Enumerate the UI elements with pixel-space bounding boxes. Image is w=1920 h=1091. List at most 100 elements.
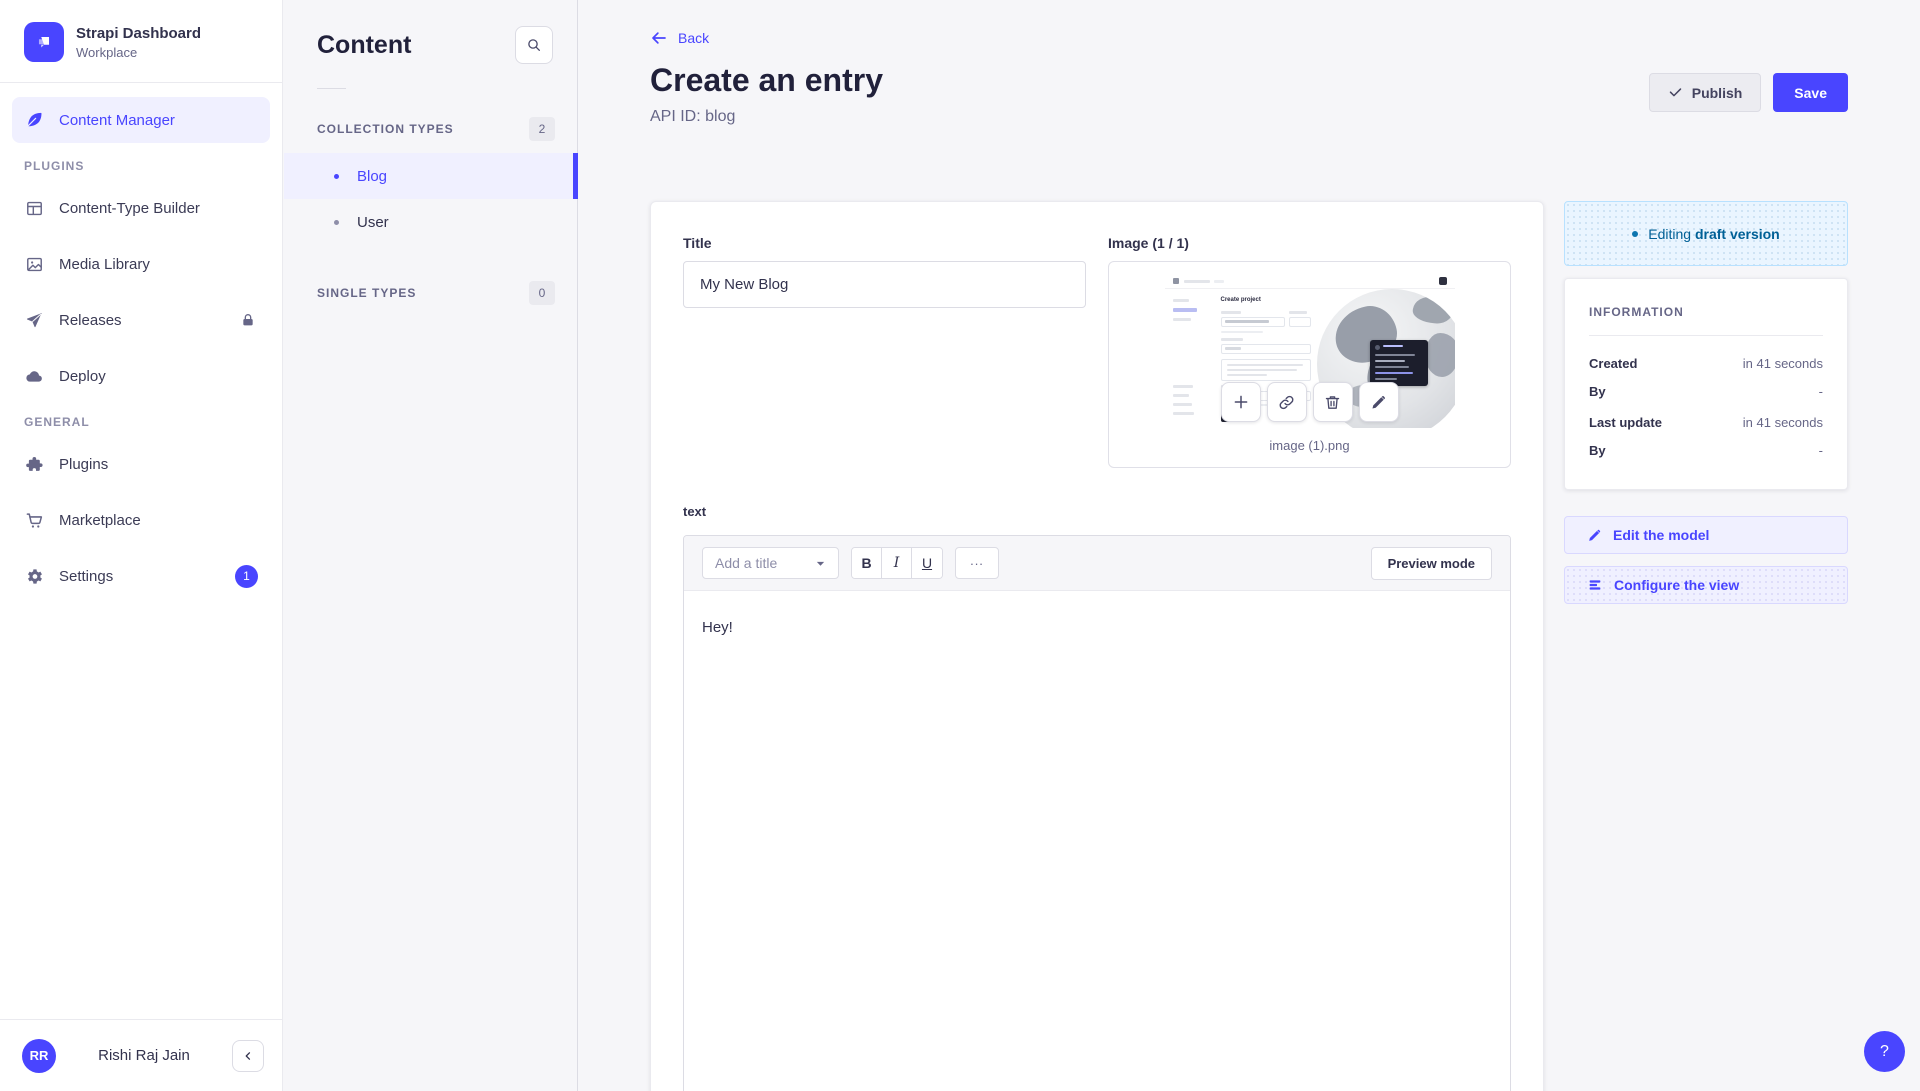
draft-banner-text: Editing draft version	[1648, 226, 1780, 242]
info-row-created-by: By -	[1589, 384, 1823, 399]
thumb-avatar	[1439, 277, 1447, 285]
info-row-updated-by: By -	[1589, 443, 1823, 458]
sidebar-item-releases[interactable]: Releases	[12, 297, 270, 343]
workspace-brand[interactable]: Strapi Dashboard Workplace	[0, 0, 282, 82]
edit-asset-button[interactable]	[1359, 382, 1399, 422]
fields-row: Title Image (1 / 1)	[683, 235, 1511, 468]
edit-model-button[interactable]: Edit the model	[1564, 516, 1848, 554]
thumb-tooltip	[1370, 340, 1428, 386]
sidebar-item-label: Content Manager	[59, 112, 175, 129]
sidebar-item-marketplace[interactable]: Marketplace	[12, 497, 270, 543]
sidebar-item-plugins[interactable]: Plugins	[12, 441, 270, 487]
user-name: Rishi Raj Jain	[70, 1047, 218, 1064]
image-asset-card[interactable]: Create project	[1108, 261, 1511, 468]
save-button[interactable]: Save	[1773, 73, 1848, 112]
content-subnav: Content COLLECTION TYPES 2 Blog User SIN…	[284, 0, 578, 1091]
info-value: in 41 seconds	[1743, 415, 1823, 430]
copy-link-button[interactable]	[1267, 382, 1307, 422]
cart-icon	[24, 510, 44, 530]
preview-mode-button[interactable]: Preview mode	[1371, 547, 1492, 580]
paper-plane-icon	[24, 310, 44, 330]
collection-type-user[interactable]: User	[284, 199, 577, 245]
back-link[interactable]: Back	[650, 29, 709, 47]
publish-button[interactable]: Publish	[1649, 73, 1762, 112]
bold-button[interactable]: B	[852, 548, 882, 578]
list-layout-icon	[1587, 577, 1603, 593]
sidebar-item-content-manager[interactable]: Content Manager	[12, 97, 270, 143]
feather-icon	[24, 110, 44, 130]
text-field: text Add a title B I	[683, 504, 1511, 1091]
chevron-left-icon	[241, 1049, 255, 1063]
puzzle-icon	[24, 454, 44, 474]
title-style-select[interactable]: Add a title	[702, 547, 839, 579]
draft-version-banner: Editing draft version	[1564, 201, 1848, 266]
draft-bold-text: draft version	[1695, 226, 1780, 242]
sidebar-item-label: Content-Type Builder	[59, 200, 200, 217]
bullet-icon	[334, 174, 339, 179]
search-button[interactable]	[515, 26, 553, 64]
sidebar-item-label: Settings	[59, 568, 113, 585]
workspace-name: Strapi Dashboard	[76, 25, 201, 42]
sidebar-item-label: Plugins	[59, 456, 108, 473]
image-filename: image (1).png	[1269, 438, 1349, 453]
strapi-app: Strapi Dashboard Workplace Content Manag…	[0, 0, 1920, 1091]
sidebar-item-label: Marketplace	[59, 512, 141, 529]
collapse-sidebar-button[interactable]	[232, 1040, 264, 1072]
title-field-label: Title	[683, 235, 1086, 251]
link-icon	[1278, 394, 1295, 411]
plugins-section-label: PLUGINS	[24, 159, 258, 173]
sidebar-item-content-type-builder[interactable]: Content-Type Builder	[12, 185, 270, 231]
entry-content-row: Title Image (1 / 1)	[650, 201, 1848, 1091]
sidebar-item-media-library[interactable]: Media Library	[12, 241, 270, 287]
entry-form-card: Title Image (1 / 1)	[650, 201, 1544, 1091]
pencil-icon	[1587, 528, 1602, 543]
subnav-divider	[317, 88, 346, 89]
title-style-value: Add a title	[715, 555, 777, 571]
avatar[interactable]: RR	[22, 1039, 56, 1073]
bullet-icon	[334, 220, 339, 225]
configure-view-button[interactable]: Configure the view	[1564, 566, 1848, 604]
sidebar-item-deploy[interactable]: Deploy	[12, 353, 270, 399]
single-types-label: SINGLE TYPES	[317, 286, 416, 300]
workspace-text: Strapi Dashboard Workplace	[76, 25, 201, 60]
image-field: Image (1 / 1)	[1108, 235, 1511, 468]
italic-button[interactable]: I	[882, 548, 912, 578]
title-field: Title	[683, 235, 1086, 468]
general-section-label: GENERAL	[24, 415, 258, 429]
collection-type-blog[interactable]: Blog	[284, 153, 577, 199]
info-label: By	[1589, 443, 1606, 458]
information-card: INFORMATION Created in 41 seconds By - L…	[1564, 278, 1848, 490]
check-icon	[1668, 85, 1683, 100]
collection-type-label: Blog	[357, 168, 387, 185]
cloud-icon	[24, 366, 44, 386]
strapi-logo-icon	[24, 22, 64, 62]
help-button[interactable]: ?	[1864, 1031, 1905, 1072]
info-value: -	[1819, 384, 1823, 399]
more-formats-button[interactable]: ...	[955, 547, 999, 579]
info-row-last-update: Last update in 41 seconds	[1589, 415, 1823, 430]
delete-asset-button[interactable]	[1313, 382, 1353, 422]
draft-prefix: Editing	[1648, 226, 1691, 242]
subnav-title: Content	[317, 31, 411, 60]
main-content: Back Create an entry API ID: blog Publis…	[578, 0, 1920, 1091]
editor-content[interactable]: Hey!	[684, 591, 1510, 1091]
info-value: in 41 seconds	[1743, 356, 1823, 371]
lock-icon	[238, 310, 258, 330]
trash-icon	[1324, 394, 1341, 411]
underline-button[interactable]: U	[912, 548, 942, 578]
thumb-topbar	[1165, 273, 1455, 289]
add-asset-button[interactable]	[1221, 382, 1261, 422]
info-label: Created	[1589, 356, 1637, 371]
single-types-count: 0	[529, 281, 555, 305]
information-title: INFORMATION	[1589, 305, 1823, 319]
title-input[interactable]	[683, 261, 1086, 308]
publish-label: Publish	[1692, 85, 1743, 101]
info-label: By	[1589, 384, 1606, 399]
thumb-heading: Create project	[1221, 297, 1261, 303]
plus-icon	[1232, 393, 1250, 411]
format-button-group: B I U	[851, 547, 943, 579]
back-label: Back	[678, 30, 709, 46]
picture-icon	[24, 254, 44, 274]
sidebar-item-settings[interactable]: Settings 1	[12, 553, 270, 599]
subnav-header: Content	[284, 0, 577, 64]
